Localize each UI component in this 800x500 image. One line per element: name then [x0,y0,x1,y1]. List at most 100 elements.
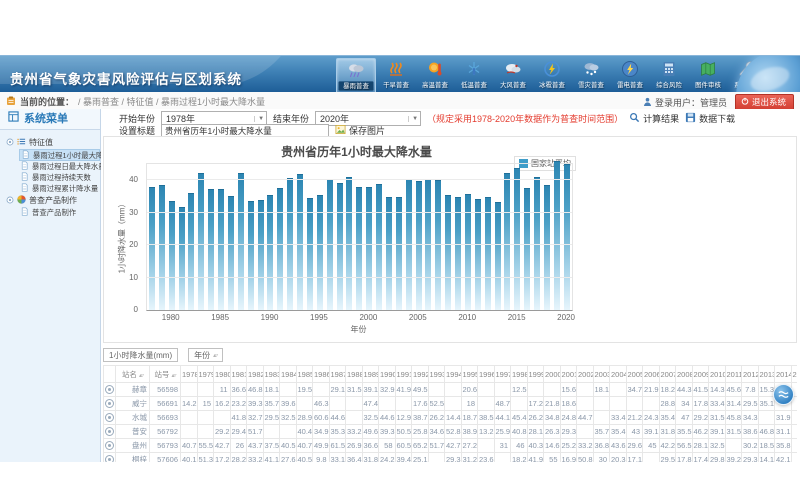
value-cell: 17.8 [676,453,693,463]
value-cell: 32.5 [362,411,379,425]
year-header-1995[interactable]: 1995 [461,366,478,383]
nav-item-lowtemp[interactable]: 低温普查 [455,58,493,93]
year-header-2007[interactable]: 2007 [659,366,676,383]
year-header-2001[interactable]: 2001 [560,366,577,383]
value-cell [181,411,198,425]
nav-item-hightemp[interactable]: 高温普查 [416,58,454,93]
row-radio[interactable] [104,439,116,453]
value-cell: 40.5 [296,453,313,463]
year-header-1991[interactable]: 1991 [395,366,412,383]
nav-item-label: 雷电普查 [613,80,648,89]
year-header-1994[interactable]: 1994 [445,366,462,383]
nav-item-wind[interactable]: 大风普查 [494,58,532,93]
year-header-1978[interactable]: 1978 [181,366,198,383]
expand-icon[interactable] [6,196,14,206]
year-header-1992[interactable]: 1992 [412,366,429,383]
year-header-1985[interactable]: 1985 [296,366,313,383]
nav-item-label: 高温普查 [418,80,453,89]
value-cell [395,397,412,411]
download-button[interactable]: 数据下载 [685,112,735,125]
sidebar-item-0-2[interactable]: 暴雨过程持续天数 [19,172,100,183]
value-cell: 17.6 [412,397,429,411]
radio-icon[interactable] [105,413,114,422]
year-header-1990[interactable]: 1990 [379,366,396,383]
calculate-button[interactable]: 计算结果 [629,112,679,125]
radio-icon[interactable] [105,427,114,436]
row-radio[interactable] [104,397,116,411]
year-header-2000[interactable]: 2000 [544,366,561,383]
year-header-1983[interactable]: 1983 [263,366,280,383]
bar-1981 [179,207,185,310]
year-header-1993[interactable]: 1993 [428,366,445,383]
nav-item-lightning[interactable]: 雷电普查 [611,58,649,93]
row-radio[interactable] [104,453,116,463]
station-name-header[interactable]: 站名 ▴▿ [116,366,150,383]
nav-item-hail[interactable]: 冰雹普查 [533,58,571,93]
year-header-2004[interactable]: 2004 [610,366,627,383]
year-header-2013[interactable]: 2013 [758,366,775,383]
hightemp-icon [416,59,454,80]
year-header-1984[interactable]: 1984 [280,366,297,383]
bar-slot-1983 [196,164,206,310]
sort-icons[interactable]: ▴▿ [213,352,217,359]
year-header-1997[interactable]: 1997 [494,366,511,383]
year-header-1982[interactable]: 1982 [247,366,264,383]
nav-item-map[interactable]: 图件审核 [689,58,727,93]
year-header-2002[interactable]: 2002 [577,366,594,383]
value-cell: 29.2 [692,411,709,425]
year-header-2003[interactable]: 2003 [593,366,610,383]
radio-icon[interactable] [105,441,114,450]
radio-icon[interactable] [105,455,114,463]
year-header-1981[interactable]: 1981 [230,366,247,383]
station-id-header[interactable]: 站号 ▴▿ [150,366,181,383]
year-header-2005[interactable]: 2005 [626,366,643,383]
sidebar-item-0-3[interactable]: 暴雨过程累计降水量 [19,183,100,194]
row-radio[interactable] [104,411,116,425]
row-radio[interactable] [104,425,116,439]
year-header-1999[interactable]: 1999 [527,366,544,383]
radio-icon[interactable] [105,385,114,394]
bar-2003 [396,197,402,310]
year-header-1989[interactable]: 1989 [362,366,379,383]
nav-item-rain[interactable]: 暴雨普查 [336,58,376,93]
year-header-2015[interactable]: 2015 [791,366,797,383]
wind-icon [494,59,532,80]
window-icon [8,109,19,129]
year-header-2009[interactable]: 2009 [692,366,709,383]
nav-item-drought[interactable]: 干旱普查 [377,58,415,93]
wave-icon [777,388,790,401]
year-header-2012[interactable]: 2012 [742,366,759,383]
year-header-2011[interactable]: 2011 [725,366,742,383]
value-cell: 41.1 [263,453,280,463]
year-header-2014[interactable]: 2014 [775,366,792,383]
nav-item-snow[interactable]: 雪灾普查 [572,58,610,93]
value-field-chip[interactable]: 1小时降水量(mm) [103,348,178,362]
nav-item-label: 暴雨普查 [339,81,374,90]
value-cell: 28.9 [296,411,313,425]
year-header-1996[interactable]: 1996 [478,366,495,383]
year-header-2006[interactable]: 2006 [643,366,660,383]
year-header-1986[interactable]: 1986 [313,366,330,383]
sidebar-item-0-0[interactable]: 暴雨过程1小时最大降水量 [19,149,100,161]
year-header-2010[interactable]: 2010 [709,366,726,383]
expand-icon[interactable] [6,138,14,148]
sidebar-item-0-1[interactable]: 暴雨过程日最大降水量 [19,161,100,172]
radio-icon[interactable] [105,399,114,408]
sidebar-group-0[interactable]: 特征值 [6,136,100,149]
sidebar-item-label: 暴雨过程持续天数 [32,172,91,182]
sidebar-item-1-0[interactable]: 普查产品制作 [19,207,100,218]
year-header-1987[interactable]: 1987 [329,366,346,383]
year-header-1988[interactable]: 1988 [346,366,363,383]
year-header-1980[interactable]: 1980 [214,366,231,383]
service-float-button[interactable] [773,384,794,405]
year-header-1998[interactable]: 1998 [511,366,528,383]
sidebar-group-1[interactable]: 普查产品制作 [6,194,100,207]
column-field-chip[interactable]: 年份 ▴▿ [188,348,223,362]
station-name: 桐梓 [116,453,150,463]
value-cell: 61.5 [329,439,346,453]
row-radio[interactable] [104,383,116,397]
calculator-icon [650,59,688,80]
year-header-1979[interactable]: 1979 [197,366,214,383]
year-header-2008[interactable]: 2008 [676,366,693,383]
nav-item-calculator[interactable]: 综合风险 [650,58,688,93]
